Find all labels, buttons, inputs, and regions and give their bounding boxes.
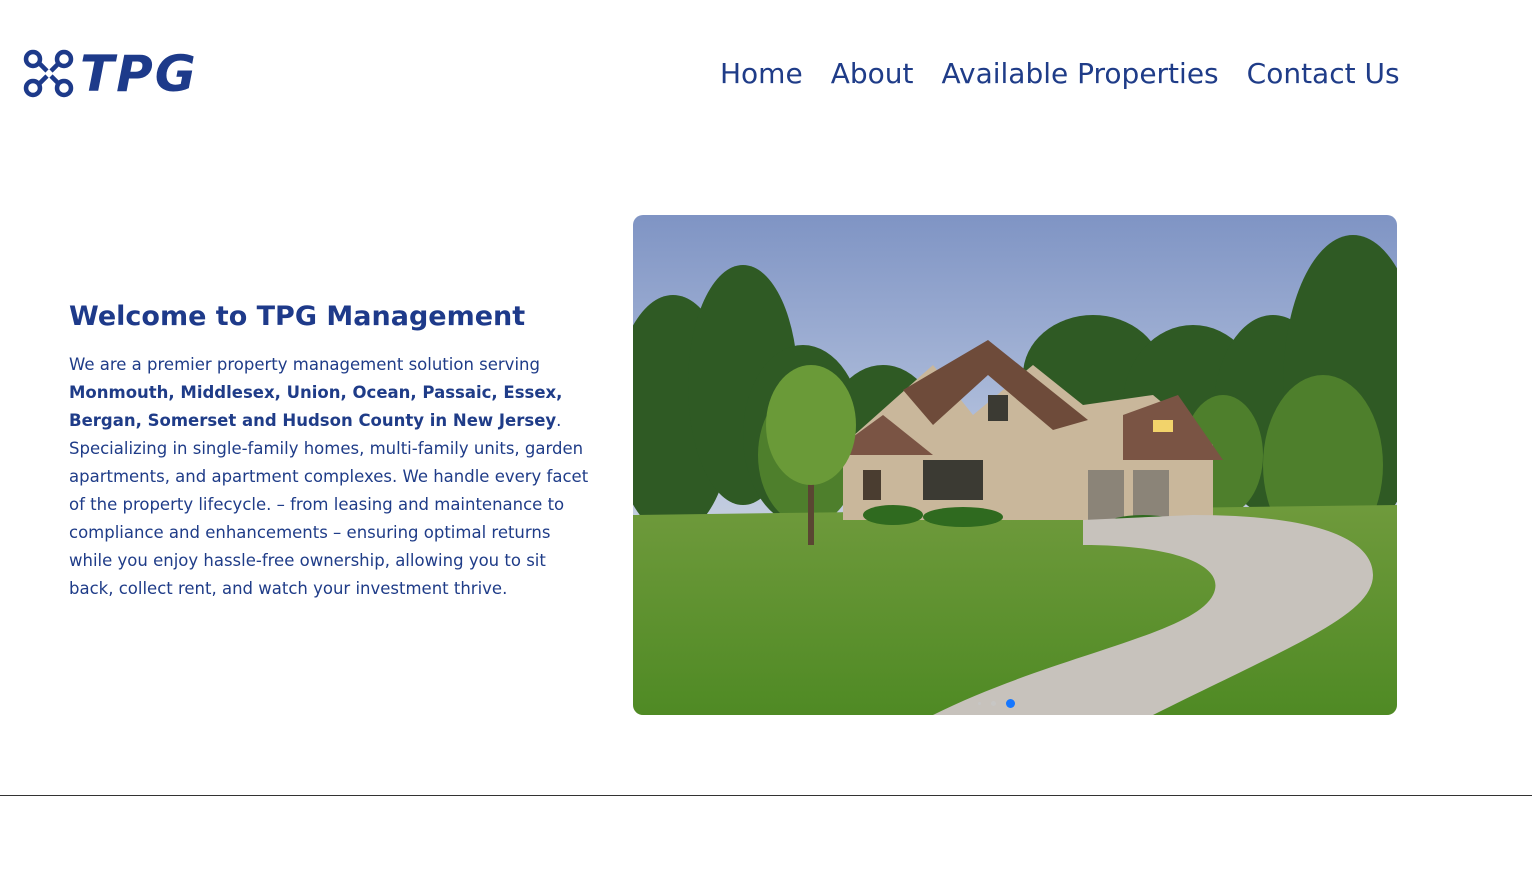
section-divider (0, 795, 1532, 796)
chain-link-icon (23, 49, 74, 98)
carousel-dot[interactable] (991, 701, 996, 706)
hero-counties: Monmouth, Middlesex, Union, Ocean, Passa… (69, 383, 563, 430)
nav-contact-us[interactable]: Contact Us (1247, 56, 1400, 92)
hero-title: Welcome to TPG Management (69, 301, 526, 332)
carousel-dot-active[interactable] (1006, 699, 1015, 708)
carousel-pagination (978, 699, 1015, 708)
hero-description: We are a premier property management sol… (69, 351, 589, 603)
logo[interactable]: TPG (22, 44, 222, 104)
page: TPG Home About Available Properties Cont… (0, 0, 1532, 891)
hero-intro: We are a premier property management sol… (69, 355, 540, 374)
hero-rest: Specializing in single-family homes, mul… (69, 439, 589, 598)
nav-home[interactable]: Home (720, 56, 803, 92)
nav-available-properties[interactable]: Available Properties (941, 56, 1218, 92)
image-carousel[interactable] (633, 215, 1397, 715)
nav-about[interactable]: About (831, 56, 914, 92)
main-nav: Home About Available Properties Contact … (720, 56, 1400, 92)
carousel-dot[interactable] (978, 702, 981, 705)
logo-text: TPG (80, 45, 198, 103)
hero-period: . (556, 411, 562, 430)
house-photo (633, 215, 1397, 715)
